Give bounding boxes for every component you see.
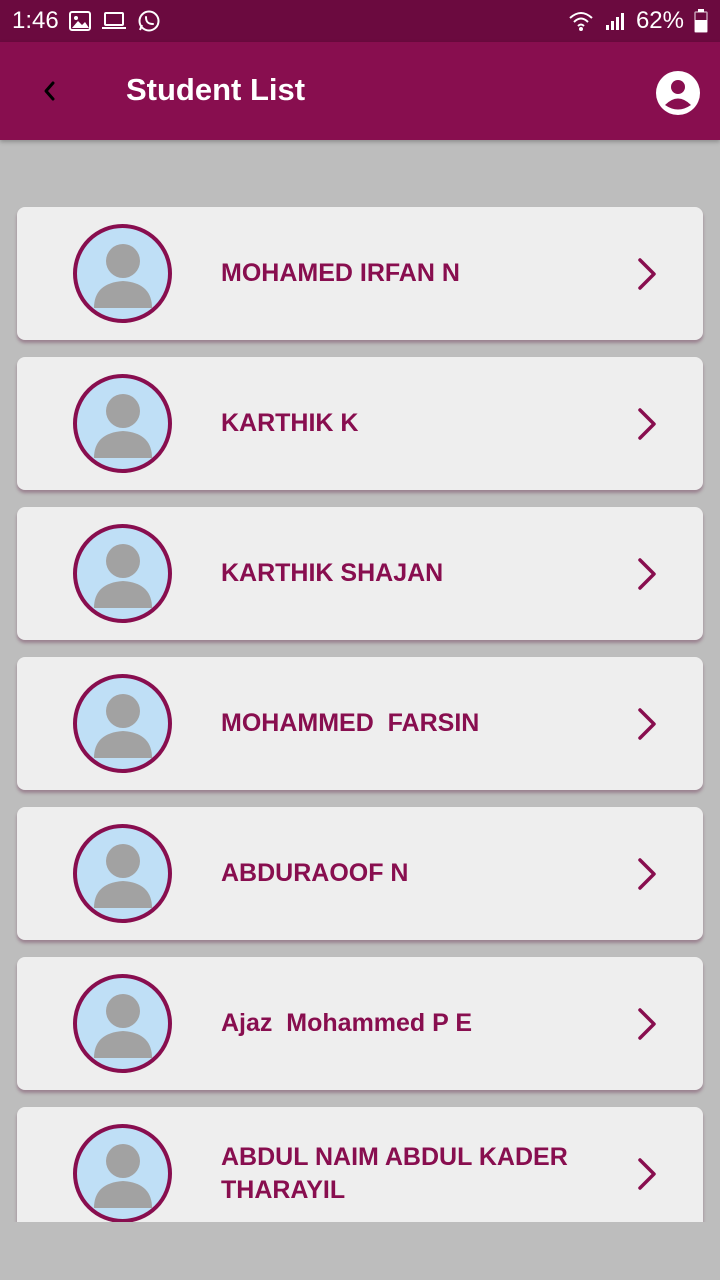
student-card[interactable]: ABDUL NAIM ABDUL KADER THARAYIL: [17, 1107, 703, 1222]
person-placeholder-icon: [94, 394, 152, 458]
chevron-right-icon[interactable]: [629, 404, 665, 444]
chevron-right-icon[interactable]: [629, 254, 665, 294]
account-circle-icon: [656, 71, 700, 115]
student-name: MOHAMED IRFAN N: [221, 259, 460, 287]
chevron-right-icon[interactable]: [629, 854, 665, 894]
student-name: KARTHIK K: [221, 409, 359, 437]
student-card[interactable]: Ajaz Mohammed P E: [17, 957, 703, 1090]
status-bar: 1:46 62%: [0, 0, 720, 42]
avatar: [73, 1124, 172, 1222]
battery-icon: [694, 9, 708, 33]
student-card[interactable]: KARTHIK SHAJAN: [17, 507, 703, 640]
person-placeholder-icon: [94, 1144, 152, 1208]
avatar: [73, 374, 172, 473]
student-name: ABDURAOOF N: [221, 859, 409, 887]
image-icon: [68, 11, 91, 31]
avatar: [73, 524, 172, 623]
chevron-right-icon[interactable]: [629, 704, 665, 744]
person-placeholder-icon: [94, 844, 152, 908]
person-placeholder-icon: [94, 994, 152, 1058]
back-button[interactable]: [28, 69, 72, 113]
avatar: [73, 224, 172, 323]
student-name: KARTHIK SHAJAN: [221, 559, 444, 587]
bottom-area: [0, 1222, 720, 1280]
student-name: MOHAMMED FARSIN: [221, 709, 480, 737]
battery-percent: 62%: [635, 7, 684, 34]
page-title: Student List: [126, 72, 306, 107]
student-card[interactable]: KARTHIK K: [17, 357, 703, 490]
student-card[interactable]: MOHAMMED FARSIN: [17, 657, 703, 790]
laptop-icon: [101, 11, 127, 31]
person-placeholder-icon: [94, 694, 152, 758]
chevron-right-icon[interactable]: [629, 554, 665, 594]
avatar: [73, 824, 172, 923]
student-card[interactable]: ABDURAOOF N: [17, 807, 703, 940]
student-name: ABDUL NAIM ABDUL KADER THARAYIL: [221, 1142, 575, 1204]
status-time: 1:46: [12, 7, 59, 34]
student-name: Ajaz Mohammed P E: [221, 1009, 472, 1037]
chevron-right-icon[interactable]: [629, 1154, 665, 1194]
student-card[interactable]: MOHAMED IRFAN N: [17, 207, 703, 340]
avatar: [73, 974, 172, 1073]
whatsapp-icon: [137, 9, 161, 33]
avatar: [73, 674, 172, 773]
wifi-icon: [568, 10, 594, 32]
chevron-right-icon[interactable]: [629, 1004, 665, 1044]
person-placeholder-icon: [94, 244, 152, 308]
chevron-left-icon: [44, 81, 55, 101]
signal-icon: [604, 10, 626, 32]
app-bar: Student List: [0, 42, 720, 140]
student-list[interactable]: MOHAMED IRFAN N KARTHIK K KARTHIK SHAJAN…: [0, 140, 720, 1222]
person-placeholder-icon: [94, 544, 152, 608]
profile-button[interactable]: [654, 69, 702, 117]
